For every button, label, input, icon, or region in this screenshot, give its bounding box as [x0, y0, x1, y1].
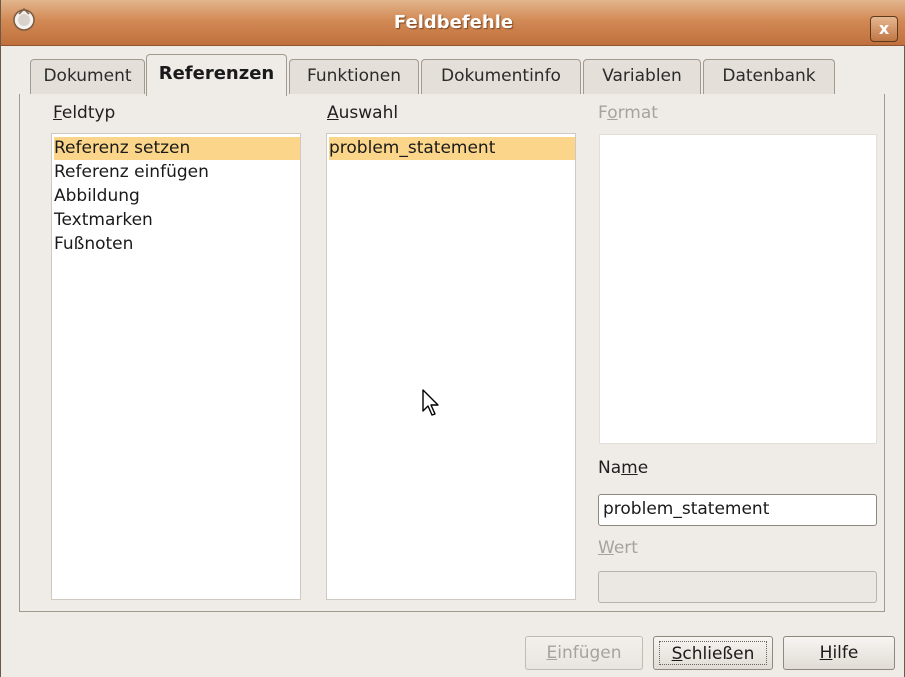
mouse-pointer-icon: [422, 389, 439, 416]
close-icon: x: [878, 19, 890, 38]
tab-label: Referenzen: [158, 63, 275, 84]
insert-button[interactable]: Einfügen: [525, 636, 643, 670]
feldtyp-label: Feldtyp: [53, 103, 116, 123]
format-label: Format: [598, 103, 658, 123]
field-commands-dialog: Feldbefehle x Dokument Dokumentinfo Vari…: [0, 0, 905, 677]
tab-referenzen[interactable]: Referenzen: [146, 54, 287, 96]
tab-label: Datenbank: [722, 66, 816, 86]
wert-field: [598, 571, 877, 603]
close-button[interactable]: Schließen: [653, 636, 773, 670]
list-item[interactable]: Referenz setzen: [54, 137, 300, 160]
name-label: Name: [598, 458, 649, 478]
tab-label: Variablen: [602, 66, 682, 86]
list-item[interactable]: Abbildung: [54, 185, 140, 208]
help-button[interactable]: Hilfe: [783, 636, 895, 670]
name-field[interactable]: problem_statement: [598, 494, 877, 526]
tab-variablen[interactable]: Variablen: [583, 59, 701, 95]
auswahl-list[interactable]: problem_statement: [326, 133, 576, 600]
auswahl-label: Auswahl: [327, 103, 399, 123]
close-button-focus: Schließen: [659, 641, 767, 665]
close-window-button[interactable]: x: [870, 16, 898, 42]
tab-dokument[interactable]: Dokument: [30, 59, 145, 95]
list-item[interactable]: Textmarken: [54, 209, 153, 232]
wert-label: Wert: [598, 538, 638, 558]
title-bar[interactable]: Feldbefehle x: [1, 0, 905, 46]
list-item[interactable]: problem_statement: [329, 137, 575, 160]
tab-datenbank[interactable]: Datenbank: [703, 59, 835, 95]
tab-label: Dokument: [43, 66, 132, 86]
tab-dokumentinfo[interactable]: Dokumentinfo: [421, 59, 581, 95]
tab-label: Funktionen: [306, 66, 402, 86]
tab-label: Dokumentinfo: [441, 66, 561, 86]
format-list: [599, 134, 877, 444]
list-item[interactable]: Referenz einfügen: [54, 161, 209, 184]
tab-funktionen[interactable]: Funktionen: [289, 59, 419, 95]
list-item[interactable]: Fußnoten: [54, 233, 133, 256]
feldtyp-list[interactable]: Referenz setzen Referenz einfügen Abbild…: [51, 133, 301, 600]
window-title: Feldbefehle: [393, 12, 514, 33]
